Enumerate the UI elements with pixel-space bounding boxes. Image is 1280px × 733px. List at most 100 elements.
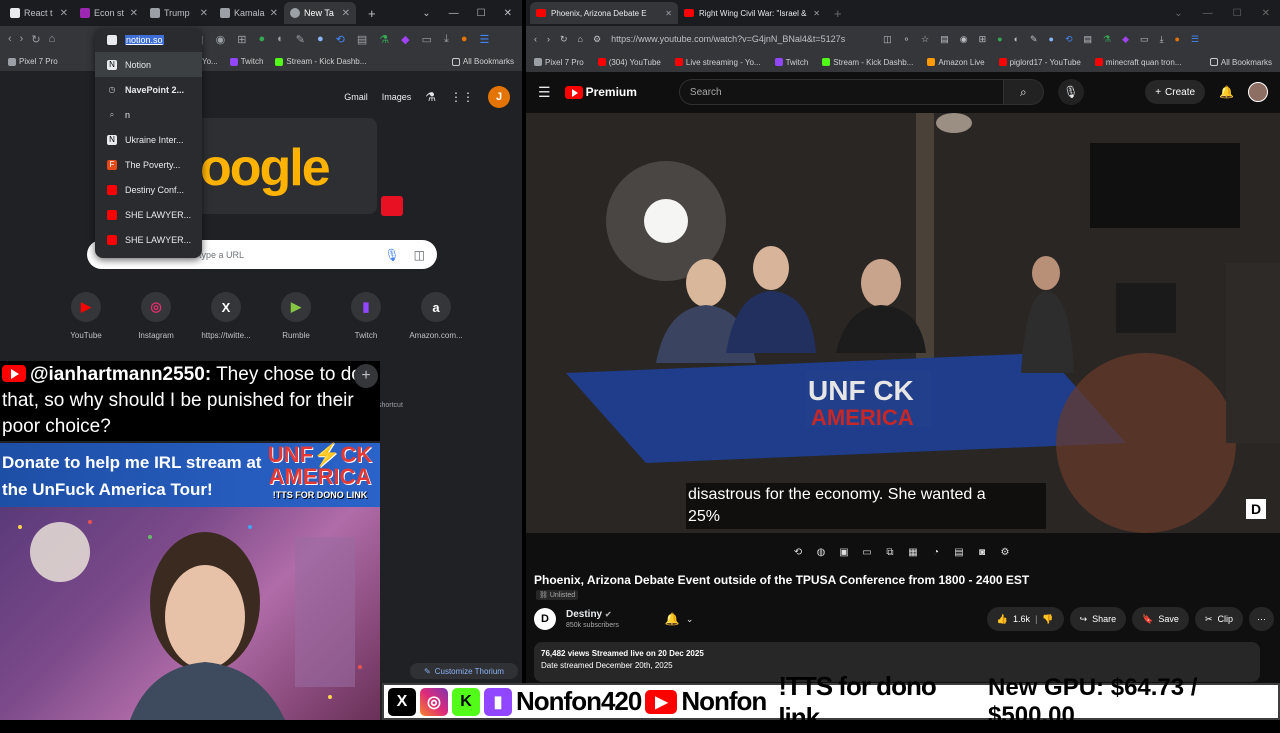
youtube-search-input[interactable]: Search	[678, 79, 1004, 105]
account-avatar[interactable]: J	[488, 86, 510, 108]
bookmark-item[interactable]: Pixel 7 Pro	[8, 57, 58, 66]
notifications-bell-icon[interactable]: 🔔	[1219, 85, 1234, 99]
shortcut-twitter[interactable]: Xhttps://twitte...	[201, 292, 251, 340]
bookmark-item[interactable]: Stream - Kick Dashb...	[275, 57, 366, 66]
suggestion-item[interactable]: Destiny Conf...	[95, 177, 202, 202]
clip-button[interactable]: ✂ Clip	[1194, 607, 1243, 631]
grid-icon[interactable]: ▦	[904, 544, 922, 560]
ticker-gpu-goal: New GPU: $64.73 / $500.00	[988, 673, 1198, 729]
back-icon[interactable]: ‹	[8, 33, 12, 45]
theater-icon[interactable]: ▭	[858, 544, 876, 560]
bookmark-item[interactable]: Twitch	[774, 58, 808, 67]
suggestion-item[interactable]: SHE LAWYER...	[95, 202, 202, 227]
bookmark-item[interactable]: Live streaming - Yo...	[674, 58, 761, 67]
bookmark-item[interactable]: minecraft quan tron...	[1094, 58, 1181, 67]
bookmark-item[interactable]: piglord17 - YouTube	[998, 58, 1081, 67]
close-icon[interactable]: ✕	[270, 8, 278, 19]
search-icon[interactable]: ⌕	[1003, 79, 1044, 105]
home-icon[interactable]: ⌂	[49, 33, 56, 45]
channel-name[interactable]: Destiny ✔	[566, 609, 619, 620]
suggestion-item[interactable]: SHE LAWYER...	[95, 227, 202, 252]
create-button[interactable]: + Create	[1145, 80, 1206, 104]
notion-icon	[107, 35, 117, 45]
omnibox-input[interactable]: notion.so	[95, 28, 202, 52]
suggestion-item[interactable]: N Ukraine Inter...	[95, 127, 202, 152]
add-shortcut-icon[interactable]: +	[354, 364, 378, 388]
share-button[interactable]: ↪ Share	[1069, 607, 1127, 631]
site-info-icon[interactable]: ⚙	[593, 34, 601, 45]
tab-react[interactable]: React t ✕	[4, 2, 74, 24]
new-tab-plus-icon[interactable]: +	[368, 6, 376, 21]
subtitles-icon[interactable]: ▤	[950, 544, 968, 560]
tab-right-wing[interactable]: Right Wing Civil War: "Israel & ✕	[678, 2, 826, 24]
new-tab-plus-icon[interactable]: +	[834, 6, 842, 21]
chevron-down-icon[interactable]: ⌄	[686, 614, 694, 625]
shortcut-instagram[interactable]: ◎ Instagram	[132, 292, 180, 340]
back-icon[interactable]: ‹	[534, 34, 537, 44]
account-avatar[interactable]	[1248, 82, 1268, 102]
notification-bell-icon[interactable]: 🔔	[665, 612, 680, 626]
tab-trump[interactable]: Trump ✕	[144, 2, 214, 24]
address-bar[interactable]: https://www.youtube.com/watch?v=G4jnN_BN…	[611, 34, 873, 44]
extension-icon: ◆	[401, 33, 410, 46]
loop-icon[interactable]: ⟲	[789, 544, 807, 560]
save-button[interactable]: 🔖 Save	[1132, 607, 1189, 631]
bookmark-item[interactable]: Amazon Live	[927, 58, 985, 67]
lens-camera-icon[interactable]: ◫	[414, 248, 425, 262]
close-icon[interactable]: ✕	[665, 9, 672, 18]
bookmark-item[interactable]: Stream - Kick Dashb...	[822, 58, 913, 67]
window-controls[interactable]: ⌄ — ☐ ✕	[1174, 8, 1270, 19]
microphone-icon[interactable]: 🎙	[1057, 79, 1084, 105]
channel-avatar[interactable]: D	[534, 608, 556, 630]
audio-icon[interactable]: ◍	[812, 544, 830, 560]
popout-icon[interactable]: ⧉	[881, 544, 899, 560]
forward-icon[interactable]: ›	[547, 34, 550, 44]
close-icon[interactable]: ✕	[813, 9, 820, 18]
reload-icon[interactable]: ↻	[31, 33, 40, 46]
doodle-share-icon[interactable]	[381, 196, 403, 216]
tab-phoenix-debate[interactable]: Phoenix, Arizona Debate E ✕	[530, 2, 678, 24]
close-icon[interactable]: ✕	[200, 8, 208, 19]
close-icon[interactable]: ✕	[60, 8, 68, 19]
apps-grid-icon[interactable]: ⋮⋮	[450, 90, 474, 104]
speed-icon[interactable]: ◔	[927, 544, 945, 560]
images-link[interactable]: Images	[382, 92, 412, 102]
window-controls[interactable]: ⌄ — ☐ ✕	[422, 8, 512, 19]
close-icon[interactable]: ✕	[130, 8, 138, 19]
video-player[interactable]: UNF CK AMERICA D	[526, 113, 1280, 533]
screenshot-icon[interactable]: ▣	[835, 544, 853, 560]
tab-econ[interactable]: Econ st ✕	[74, 2, 144, 24]
bookmark-item[interactable]: Pixel 7 Pro	[534, 58, 584, 67]
suggestion-item[interactable]: ⌕ n	[95, 102, 202, 127]
x-icon: X	[211, 292, 241, 322]
reload-icon[interactable]: ↻	[560, 34, 568, 45]
voice-search-icon[interactable]: 🎙	[384, 248, 399, 262]
shortcut-amazon[interactable]: a Amazon.com...	[409, 292, 463, 340]
shortcut-rumble[interactable]: ▶ Rumble	[272, 292, 320, 340]
tab-kamala[interactable]: Kamala ✕	[214, 2, 284, 24]
shortcut-twitch[interactable]: ▮ Twitch	[342, 292, 390, 340]
forward-icon[interactable]: ›	[20, 33, 24, 45]
hamburger-menu-icon[interactable]: ☰	[538, 84, 551, 101]
camera-icon[interactable]: ◙	[973, 544, 991, 560]
bookmark-item[interactable]: Twitch	[229, 57, 263, 66]
extensions-bar[interactable]: ◫ ⚬ ☆ ▤ ◉ ⊞ ● ◐ ✎ ● ⟲ ▤ ⚗ ◆ ▭ ⤓ ● ☰	[883, 34, 1199, 45]
extensions-bar[interactable]: ◧◉⊞●◐✎●⟲▤⚗◆▭⤓●☰	[193, 33, 489, 46]
suggestion-item[interactable]: ◷ NavePoint 2...	[95, 77, 202, 102]
shortcut-youtube[interactable]: ▶ YouTube	[62, 292, 110, 340]
home-icon[interactable]: ⌂	[578, 34, 583, 44]
suggestion-item[interactable]: F The Poverty...	[95, 152, 202, 177]
close-icon[interactable]: ✕	[342, 8, 350, 19]
suggestion-item[interactable]: N Notion	[95, 52, 202, 77]
labs-icon[interactable]: ⚗	[425, 90, 436, 104]
youtube-premium-logo[interactable]: Premium	[564, 85, 637, 99]
customize-thorium-button[interactable]: ✎ Customize Thorium	[410, 663, 518, 679]
all-bookmarks[interactable]: All Bookmarks	[1209, 58, 1272, 67]
settings-gear-icon[interactable]: ⚙	[996, 544, 1014, 560]
all-bookmarks[interactable]: All Bookmarks	[451, 57, 514, 66]
bookmark-item[interactable]: (304) YouTube	[597, 58, 661, 67]
more-actions-icon[interactable]: ⋯	[1249, 607, 1274, 631]
gmail-link[interactable]: Gmail	[344, 92, 368, 102]
tab-new-tab[interactable]: New Ta ✕	[284, 2, 356, 24]
like-button[interactable]: 👍 1.6k | 👎	[986, 607, 1064, 631]
